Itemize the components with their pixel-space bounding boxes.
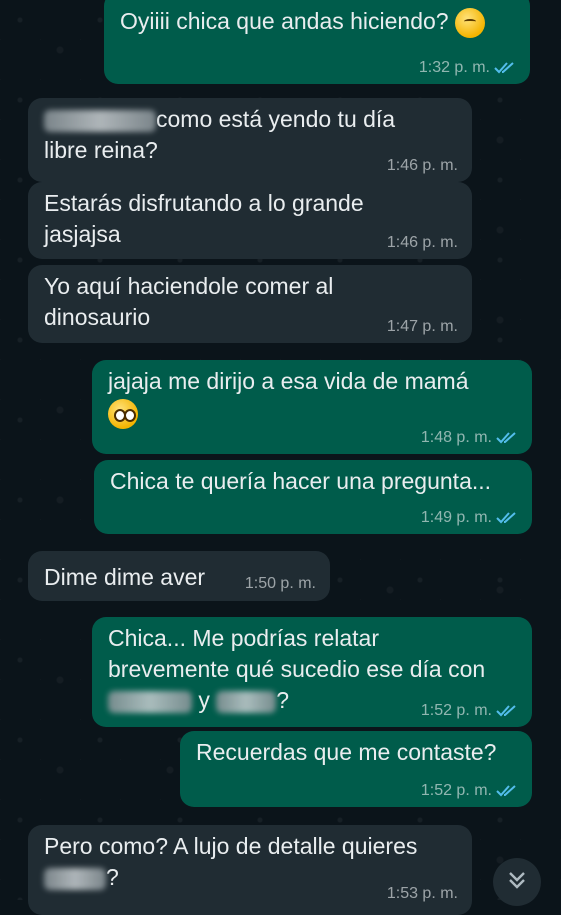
thinking-face-icon	[454, 7, 485, 38]
scroll-to-bottom-button[interactable]	[493, 858, 541, 906]
message-bubble-incoming[interactable]: Pero como? A lujo de detalle quieres? 1:…	[28, 825, 472, 915]
message-time: 1:47 p. m.	[386, 318, 458, 335]
message-text: Recuerdas que me contaste?	[196, 739, 497, 765]
message-bubble-outgoing[interactable]: Oyiiii chica que andas hiciendo? 1:32 p.…	[104, 0, 530, 84]
double-check-icon	[496, 784, 518, 798]
message-time: 1:48 p. m.	[420, 429, 492, 446]
message-text-line: Pero como? A lujo de detalle quieres	[44, 833, 418, 859]
message-time: 1:46 p. m.	[386, 157, 458, 174]
message-time: 1:52 p. m.	[420, 782, 492, 799]
message-bubble-incoming[interactable]: Estarás disfrutando a lo grande jasjajsa…	[28, 182, 472, 259]
message-bubble-outgoing[interactable]: Chica te quería hacer una pregunta... 1:…	[94, 460, 532, 534]
message-time: 1:52 p. m.	[420, 702, 492, 719]
message-text-fragment: ?	[106, 864, 119, 890]
message-bubble-outgoing[interactable]: Recuerdas que me contaste? 1:52 p. m.	[180, 731, 532, 807]
redacted-name	[44, 867, 106, 890]
message-bubble-incoming[interactable]: como está yendo tu día libre reina? 1:46…	[28, 98, 472, 182]
message-text: Oyiiii chica que andas hiciendo?	[120, 8, 455, 34]
message-text: jajaja me dirijo a esa vida de mamá	[108, 368, 469, 394]
message-text: Yo aquí haciendole comer al dinosaurio	[44, 273, 334, 330]
redacted-name	[108, 690, 192, 713]
redacted-name	[44, 109, 156, 132]
message-text: Estarás disfrutando a lo grande jasjajsa	[44, 190, 364, 247]
message-text: Dime dime aver	[44, 564, 206, 590]
chevron-double-down-icon	[506, 869, 528, 896]
message-text-fragment: y	[198, 687, 210, 713]
message-text: Chica te quería hacer una pregunta...	[110, 468, 492, 494]
message-text-fragment: ?	[276, 687, 290, 713]
message-time: 1:53 p. m.	[386, 885, 458, 902]
message-bubble-incoming[interactable]: Yo aquí haciendole comer al dinosaurio 1…	[28, 265, 472, 343]
double-check-icon	[496, 431, 518, 445]
message-bubble-incoming[interactable]: Dime dime aver 1:50 p. m.	[28, 551, 330, 601]
message-time: 1:32 p. m.	[418, 59, 490, 76]
double-check-icon	[496, 704, 518, 718]
message-time: 1:49 p. m.	[420, 509, 492, 526]
message-text-line: Chica... Me podrías relatar	[108, 625, 380, 651]
message-bubble-outgoing[interactable]: jajaja me dirijo a esa vida de mamá 1:48…	[92, 360, 532, 454]
double-check-icon	[494, 61, 516, 75]
message-time: 1:46 p. m.	[386, 234, 458, 251]
double-check-icon	[496, 511, 518, 525]
message-bubble-outgoing[interactable]: Chica... Me podrías relatar brevemente qu…	[92, 617, 532, 727]
pleading-face-icon	[108, 398, 138, 429]
message-text-line: brevemente qué sucedio ese día con	[108, 656, 486, 682]
redacted-name	[216, 690, 277, 713]
message-time: 1:50 p. m.	[244, 575, 316, 592]
